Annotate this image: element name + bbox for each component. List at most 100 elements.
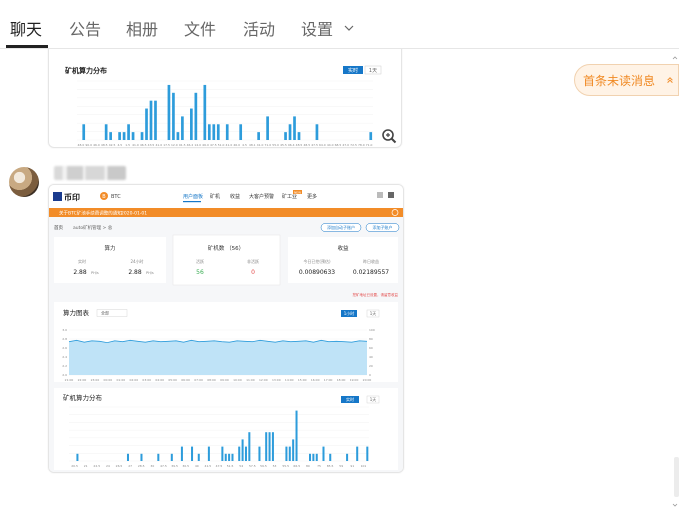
y-tick-right: 60	[369, 346, 373, 350]
x-tick-label: 04:00	[155, 378, 164, 382]
nav-more: 更多	[307, 193, 317, 200]
tab-day-label: 1天	[369, 68, 377, 74]
bar	[292, 439, 295, 461]
scrollbar-bottom[interactable]	[671, 457, 679, 511]
x-tick-label: 47.5	[210, 143, 217, 147]
yesterday-label: 昨日收益	[363, 258, 379, 264]
x-tick-label: 55.5	[282, 464, 289, 468]
x-tick-label: 80	[306, 464, 310, 468]
bar	[244, 446, 247, 461]
tab-hour-label: 1小时	[344, 310, 355, 316]
x-tick-label: 06:00	[181, 378, 190, 382]
x-tick-label: 20:00	[363, 378, 372, 382]
avatar[interactable]	[9, 167, 39, 197]
notice-time: 2020-01-01	[121, 211, 147, 217]
double-chevron-up-icon	[666, 75, 674, 86]
tab-files[interactable]: 文件	[184, 16, 216, 40]
x-tick-label: 30.5	[182, 464, 189, 468]
x-tick-label: 01:00	[116, 378, 125, 382]
x-tick-label: 48.0	[78, 143, 85, 147]
bar	[127, 124, 130, 140]
x-tick-label: 11:00	[246, 378, 255, 382]
tab-activity[interactable]: 活动	[243, 16, 275, 40]
bar	[309, 453, 312, 461]
nav-dashboard: 用户面板	[183, 193, 203, 200]
bar	[239, 124, 243, 140]
bar	[140, 453, 143, 461]
bar	[122, 132, 126, 140]
active-label: 活跃	[196, 258, 204, 264]
x-tick-label: 68.5	[335, 143, 342, 147]
notice-text: 关于BTC矿池手续费调整的通知	[59, 210, 122, 217]
today-label: 今日已挖(预估)	[303, 258, 331, 264]
red-note: 挖矿地址已设置，请留意收益	[353, 292, 399, 297]
bar	[315, 453, 318, 461]
chat-area: 矿机算力分布 实时 1天 48.0 90.0 46.0 48.5 42.5 4.5 1.5 4…	[0, 49, 679, 511]
bar	[322, 446, 325, 461]
x-tick-label: 57.5	[249, 464, 256, 468]
bar	[167, 84, 171, 140]
header-icon-a	[377, 192, 383, 198]
bar	[104, 124, 108, 140]
x-tick-label: 71.0	[366, 143, 373, 147]
tab-settings[interactable]: 设置	[301, 16, 354, 40]
x-tick-label: 19:00	[350, 378, 359, 382]
x-tick-label: 48.5	[303, 143, 310, 147]
hashrate-area	[69, 340, 367, 375]
inactive-label: 非活跃	[247, 258, 259, 264]
realtime-unit: PH/s	[91, 271, 99, 275]
coin-label: BTC	[111, 194, 121, 200]
bar	[265, 432, 268, 461]
message-image-2[interactable]: 币印 B BTC 用户面板 矿机 收益 大客户预警 矿工业 NEW 更多 关于B…	[48, 184, 404, 473]
bar	[131, 132, 135, 140]
x-tick-label: 28.5	[138, 464, 145, 468]
x-tick-label: 12:00	[259, 378, 268, 382]
bar	[231, 453, 234, 461]
x-tick-label: 02:00	[129, 378, 138, 382]
tab-chat[interactable]: 聊天	[10, 16, 42, 40]
unread-jump-pill[interactable]: 首条未读消息	[574, 64, 679, 96]
bar	[248, 432, 251, 461]
x-tick-label: 66.5	[293, 464, 300, 468]
bar	[181, 116, 184, 140]
nav-new-tag: NEW	[294, 190, 301, 194]
x-tick-label: 40	[195, 464, 199, 468]
add-auto-account-label: 添加自动子账户	[327, 224, 355, 230]
tab-album[interactable]: 相册	[126, 16, 158, 40]
bar	[207, 446, 210, 461]
x-tick-label: 90.0	[85, 143, 92, 147]
bar	[238, 446, 241, 461]
x-tick-label: 45.5	[280, 143, 287, 147]
x-tick-label: 17.5	[163, 143, 170, 147]
bar	[145, 108, 148, 140]
x-tick-label: 12.0	[171, 143, 178, 147]
message-image-1[interactable]: 矿机算力分布 实时 1天 48.0 90.0 46.0 48.5 42.5 4.5 1.5 4…	[48, 49, 402, 148]
scrollbar-top[interactable]	[671, 55, 679, 75]
hashrate-card	[54, 237, 166, 283]
today-value: 0.00890633	[299, 269, 335, 276]
bar	[180, 446, 183, 461]
x-tick-label: 71.0	[264, 143, 271, 147]
bar	[157, 453, 160, 461]
x-tick-label: 47.0	[342, 143, 349, 147]
dist-tab-day-label: 1天	[370, 397, 377, 402]
y-tick-right: 40	[369, 355, 373, 359]
x-tick-label: 48.5	[101, 143, 108, 147]
zoom-icon[interactable]	[381, 128, 397, 144]
bar	[224, 453, 227, 461]
x-tick-label: 41.0	[226, 143, 233, 147]
miners-card	[172, 234, 281, 286]
tab-announcement[interactable]: 公告	[69, 16, 101, 40]
bar	[284, 132, 287, 140]
x-tick-label: 39.5	[171, 464, 178, 468]
active-value: 56	[196, 269, 204, 276]
bar	[197, 453, 200, 461]
x-tick-label: 47.5	[160, 464, 167, 468]
nav-miners: 矿机	[210, 193, 220, 200]
bar	[268, 432, 271, 461]
y-tick-left: 2.6	[62, 346, 67, 350]
x-tick-label: 91	[350, 464, 354, 468]
x-tick-label: 1.5	[125, 143, 130, 147]
x-tick-label: 47.5	[311, 143, 318, 147]
x-tick-label: 30	[150, 464, 154, 468]
